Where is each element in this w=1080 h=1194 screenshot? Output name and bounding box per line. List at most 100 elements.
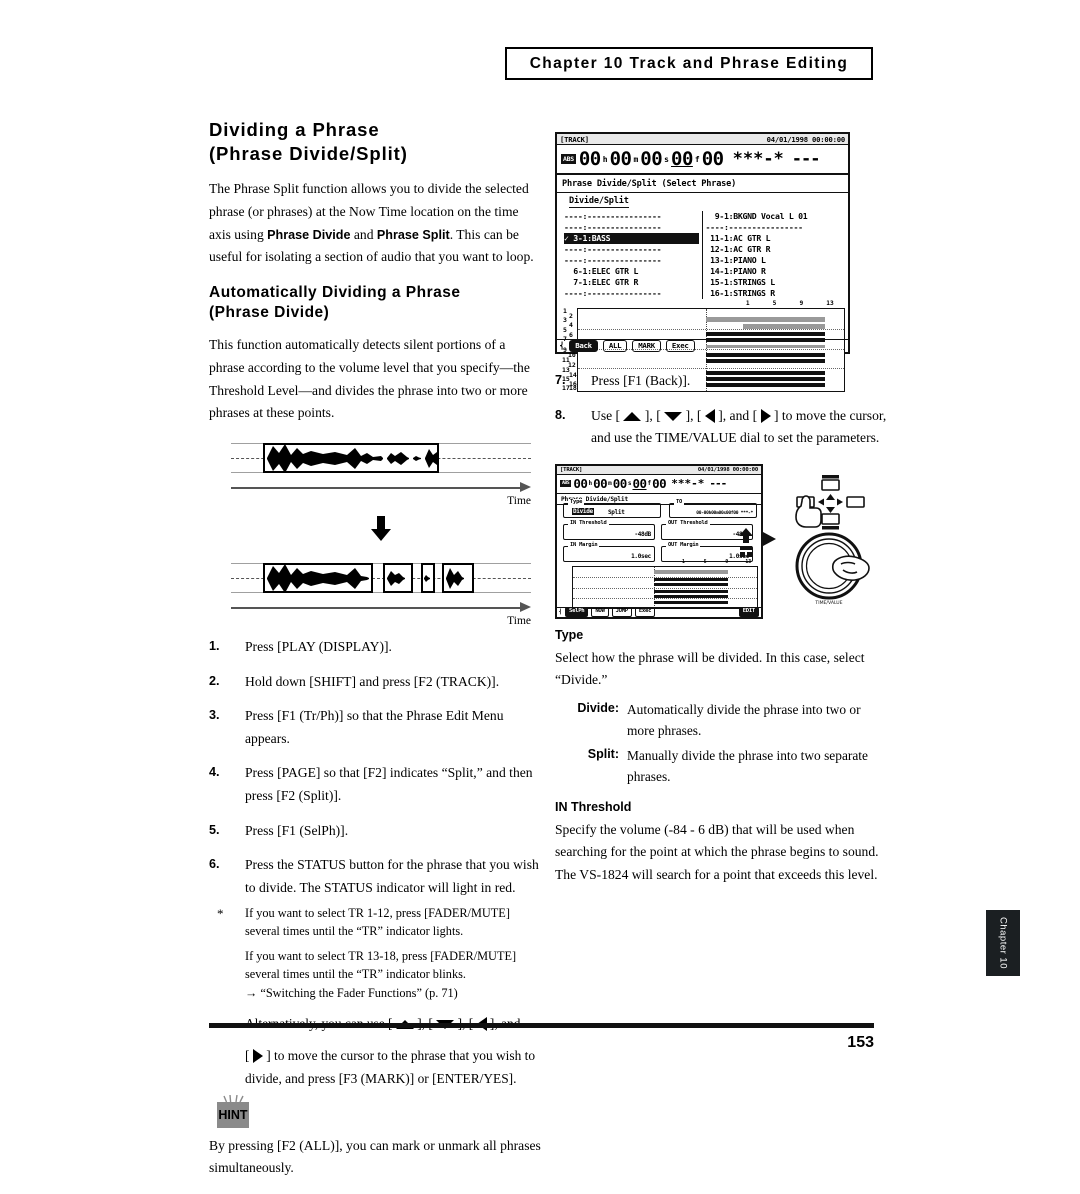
- step-text: Press [F1 (SelPh)].: [245, 822, 349, 838]
- lcd2-fkey-jump[interactable]: JUMP: [611, 607, 632, 617]
- lcd2-param-type-value-divide[interactable]: Divide: [572, 508, 594, 516]
- track-number: 2: [569, 312, 573, 320]
- list-item[interactable]: 14-1:PIANO R: [706, 266, 842, 277]
- lcd2-param-in-margin-value[interactable]: 1.0sec: [631, 553, 651, 560]
- chapter-header: Chapter 10 Track and Phrase Editing: [505, 47, 873, 80]
- lcd2-ruler-mark: 1: [681, 559, 685, 565]
- lcd1-dialog-title: Phrase Divide/Split (Select Phrase): [557, 175, 848, 193]
- definition-term: Split:: [587, 746, 619, 761]
- waveform-figure: Time Time: [231, 439, 531, 627]
- lcd2-param-to-label: TO: [674, 499, 685, 506]
- lcd1-phrase-list-left[interactable]: ----:---------------- ----:-------------…: [561, 211, 703, 299]
- lcd1-titlebar-right: 04/01/1998 00:00:00: [766, 134, 846, 144]
- step-number: 7.: [555, 373, 566, 387]
- list-item[interactable]: 11-1:AC GTR L: [706, 233, 842, 244]
- definition-description: Manually divide the phrase into two sepa…: [627, 747, 868, 784]
- lcd2-titlebar-left: [TRACK]: [560, 466, 583, 473]
- lcd1-tc-stars: ***-*: [732, 149, 784, 169]
- lcd1-tc-dashes: ---: [791, 149, 821, 169]
- list-item: 3. Press [F1 (Tr/Ph)] so that the Phrase …: [209, 705, 541, 750]
- step-number: 8.: [555, 407, 566, 422]
- lcd2-track-region: [653, 594, 728, 598]
- lcd2-param-in-threshold[interactable]: IN Threshold -48dB: [563, 520, 655, 540]
- lcd1-tc-frames: 00: [671, 148, 693, 170]
- subsection-title: Automatically Dividing a Phrase (Phrase …: [209, 283, 541, 323]
- step-text: Press [PAGE] so that [F2] indicates “Spl…: [245, 765, 533, 803]
- time-axis-arrow-before: [520, 482, 531, 493]
- list-item[interactable]: ----:----------------: [564, 288, 699, 299]
- lcd1-titlebar: [TRACK] 04/01/1998 00:00:00: [557, 134, 848, 145]
- figure-right-arrow-icon: [763, 531, 776, 546]
- up-arrow-icon: [739, 527, 753, 557]
- track-number: 3: [563, 316, 567, 324]
- figure-down-arrow: [231, 516, 531, 547]
- list-item[interactable]: ----:----------------: [564, 222, 699, 233]
- lcd1-fkey-all[interactable]: ALL: [602, 340, 628, 352]
- lcd1-abs-badge: ABS: [561, 154, 576, 164]
- page-number: 153: [847, 1034, 874, 1051]
- left-column: Dividing a Phrase (Phrase Divide/Split) …: [209, 118, 541, 1194]
- list-item[interactable]: 12-1:AC GTR R: [706, 244, 842, 255]
- track-number: 1: [563, 307, 567, 315]
- list-item: 5. Press [F1 (SelPh)].: [209, 820, 541, 843]
- step-text: Hold down [SHIFT] and press [F2 (TRACK)]…: [245, 673, 500, 689]
- lcd2-fkey-selph[interactable]: SelPh: [565, 607, 589, 617]
- lcd2-ruler-mark: 13: [745, 559, 752, 565]
- lcd2-fkey-prefix-icon: ⎨: [559, 609, 563, 616]
- footnote-block: * If you want to select TR 1-12, press […: [209, 905, 541, 1089]
- lcd2-param-type-value-split[interactable]: Split: [608, 509, 625, 516]
- time-axis-arrow-after: [520, 602, 531, 613]
- track-number: 5: [563, 326, 567, 334]
- lcd2-param-out-threshold-label: OUT Threshold: [666, 520, 710, 527]
- lcd1-track-region: [705, 317, 826, 322]
- lcd1-titlebar-left: [TRACK]: [560, 134, 589, 144]
- lcd1-fkey-back[interactable]: Back: [569, 340, 598, 352]
- list-item[interactable]: 9-1:BKGND Vocal L 01: [706, 211, 842, 222]
- page-title: Dividing a Phrase (Phrase Divide/Split): [209, 118, 541, 165]
- lcd2-track-grid: 1 5 9 13: [560, 560, 758, 609]
- lcd2-fkey-now[interactable]: NOW: [591, 607, 609, 617]
- list-item[interactable]: 7-1:ELEC GTR R: [564, 277, 699, 288]
- lcd1-track-ruler: 1 5 9 13: [577, 300, 845, 308]
- lcd2-titlebar-right: 04/01/1998 00:00:00: [697, 466, 758, 473]
- lcd2-titlebar: [TRACK] 04/01/1998 00:00:00: [557, 465, 761, 475]
- subsection-body: This function automatically detects sile…: [209, 337, 530, 421]
- footer-divider: [209, 1023, 874, 1028]
- list-item[interactable]: 15-1:STRINGS L: [706, 277, 842, 288]
- step-number: 5.: [209, 822, 220, 837]
- list-item[interactable]: ----:----------------: [564, 255, 699, 266]
- footnote-line-1: If you want to select TR 1-12, press [FA…: [245, 906, 510, 938]
- list-item[interactable]: ----:----------------: [564, 244, 699, 255]
- lcd2-fkey-edit[interactable]: EDIT: [738, 607, 759, 617]
- intro-paragraph: The Phrase Split function allows you to …: [209, 178, 541, 269]
- lcd2-track-waveform-plot[interactable]: [572, 565, 758, 609]
- list-item[interactable]: ----:----------------: [706, 222, 842, 233]
- lcd1-fkey-mark[interactable]: MARK: [632, 340, 661, 352]
- step-text-pre: Use [: [591, 407, 621, 423]
- lcd2-param-in-threshold-value[interactable]: -48dB: [634, 531, 651, 538]
- lcd1-fkey-exec[interactable]: Exec: [665, 340, 695, 352]
- list-item-selected[interactable]: ✓ 3-1:BASS: [564, 233, 699, 244]
- list-item[interactable]: 16-1:STRINGS R: [706, 288, 842, 299]
- lcd2-param-to-value[interactable]: 00-00h00m00s00f00 ***-*: [696, 511, 753, 516]
- definition-description: Automatically divide the phrase into two…: [627, 702, 861, 738]
- step-text: Press the STATUS button for the phrase t…: [245, 857, 539, 895]
- lcd2-param-to[interactable]: TO 00-00h00m00s00f00 ***-*: [669, 499, 757, 518]
- step-text: Press [F1 (Tr/Ph)] so that the Phrase Ed…: [245, 708, 504, 746]
- lcd-screenshot-select-phrase: [TRACK] 04/01/1998 00:00:00 ABS 00 h 00 m …: [555, 132, 850, 392]
- lcd2-tc-seconds: 00: [612, 476, 628, 492]
- lcd1-grid-rule: [578, 368, 844, 369]
- waveform-svg-before: [267, 444, 439, 474]
- waveform-svg-after: [267, 564, 464, 594]
- dial-caption: TIME/VALUE: [814, 600, 842, 606]
- lcd-screenshot-divide-split-params: [TRACK] 04/01/1998 00:00:00 ABS 00 h 00 m …: [555, 463, 763, 619]
- lcd2-param-type[interactable]: Type Divide Split: [563, 499, 661, 518]
- param-body-in-threshold: Specify the volume (-84 - 6 dB) that wil…: [555, 821, 879, 883]
- list-item[interactable]: 6-1:ELEC GTR L: [564, 266, 699, 277]
- hint-badge-label: HINT: [218, 1107, 248, 1122]
- cursor-left-icon: [704, 408, 715, 423]
- list-item[interactable]: 13-1:PIANO L: [706, 255, 842, 266]
- lcd1-phrase-list-right[interactable]: 9-1:BKGND Vocal L 01 ----:--------------…: [703, 211, 845, 299]
- lcd2-fkey-exec[interactable]: Exec: [634, 607, 656, 617]
- list-item[interactable]: ----:----------------: [564, 211, 699, 222]
